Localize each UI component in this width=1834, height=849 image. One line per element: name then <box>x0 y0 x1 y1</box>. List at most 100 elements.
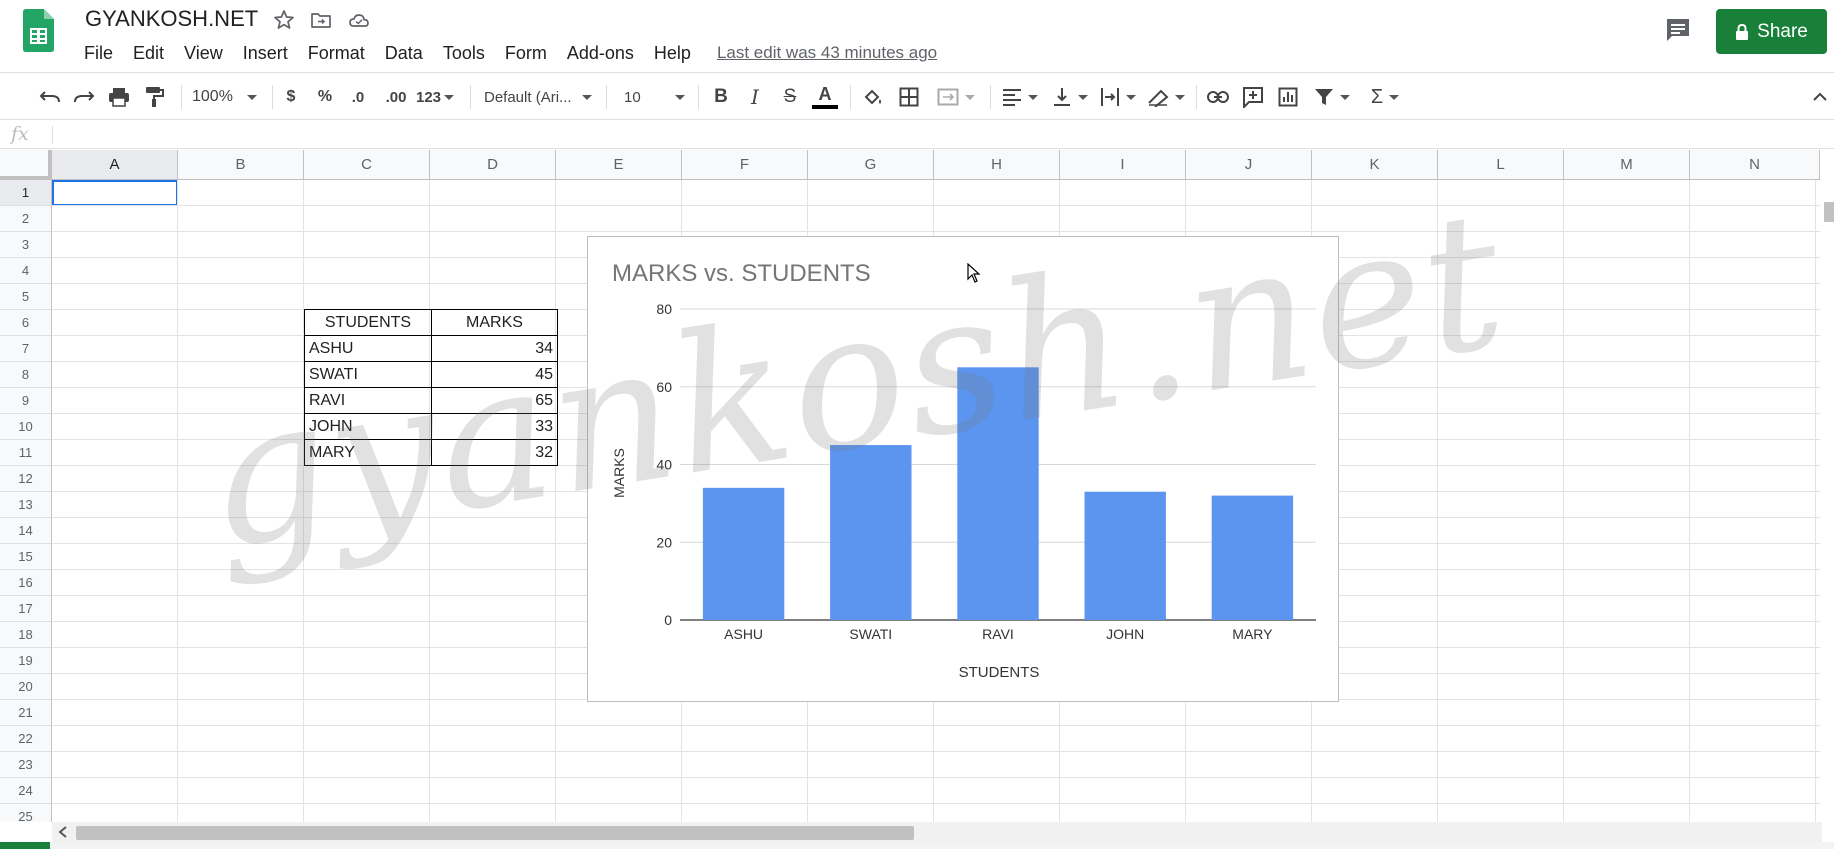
font-size-select[interactable]: 10 <box>624 83 690 111</box>
cell-marks[interactable]: 34 <box>431 335 558 362</box>
cell-student[interactable]: ASHU <box>304 335 432 362</box>
menu-edit[interactable]: Edit <box>133 43 164 64</box>
column-header-g[interactable]: G <box>808 150 934 180</box>
row-header-3[interactable]: 3 <box>0 232 52 258</box>
select-all-corner[interactable] <box>0 150 52 180</box>
column-header-b[interactable]: B <box>178 150 304 180</box>
cell-student[interactable]: JOHN <box>304 413 432 440</box>
menu-insert[interactable]: Insert <box>243 43 288 64</box>
row-header-5[interactable]: 5 <box>0 284 52 310</box>
menu-tools[interactable]: Tools <box>443 43 485 64</box>
text-wrapping-icon[interactable] <box>1098 83 1138 111</box>
menu-format[interactable]: Format <box>308 43 365 64</box>
cell-marks[interactable]: 65 <box>431 387 558 414</box>
strikethrough-button[interactable]: S <box>779 83 801 111</box>
cell-marks[interactable]: 33 <box>431 413 558 440</box>
row-header-25[interactable]: 25 <box>0 804 52 822</box>
row-header-23[interactable]: 23 <box>0 752 52 778</box>
percent-format-button[interactable]: % <box>315 83 335 111</box>
bar-john[interactable] <box>1084 491 1166 620</box>
undo-icon[interactable] <box>37 83 63 111</box>
decrease-decimal-button[interactable]: .0 <box>345 83 371 111</box>
menu-form[interactable]: Form <box>505 43 547 64</box>
column-header-i[interactable]: I <box>1060 150 1186 180</box>
increase-decimal-button[interactable]: .00 <box>380 83 412 111</box>
borders-icon[interactable] <box>896 83 922 111</box>
insert-link-icon[interactable] <box>1205 83 1231 111</box>
row-header-1[interactable]: 1 <box>0 180 52 206</box>
row-header-15[interactable]: 15 <box>0 544 52 570</box>
row-header-6[interactable]: 6 <box>0 310 52 336</box>
row-header-2[interactable]: 2 <box>0 206 52 232</box>
cloud-saved-icon[interactable] <box>347 8 371 32</box>
row-header-20[interactable]: 20 <box>0 674 52 700</box>
move-folder-icon[interactable] <box>309 8 333 32</box>
column-header-k[interactable]: K <box>1312 150 1438 180</box>
print-icon[interactable] <box>106 83 132 111</box>
zoom-select[interactable]: 100% <box>192 83 262 111</box>
formula-input[interactable] <box>58 124 1818 146</box>
menu-file[interactable]: File <box>84 43 113 64</box>
row-header-4[interactable]: 4 <box>0 258 52 284</box>
sheets-logo-icon[interactable] <box>23 9 54 52</box>
cell-student[interactable]: MARY <box>304 439 432 466</box>
last-edit-link[interactable]: Last edit was 43 minutes ago <box>717 43 937 63</box>
font-family-select[interactable]: Default (Ari... <box>484 83 596 111</box>
row-header-18[interactable]: 18 <box>0 622 52 648</box>
row-header-21[interactable]: 21 <box>0 700 52 726</box>
comment-icon[interactable] <box>1664 16 1692 44</box>
bold-button[interactable]: B <box>710 83 732 111</box>
fill-color-icon[interactable] <box>860 83 886 111</box>
header-marks[interactable]: MARKS <box>431 309 558 336</box>
header-students[interactable]: STUDENTS <box>304 309 432 336</box>
cell-student[interactable]: RAVI <box>304 387 432 414</box>
collapse-toolbar-icon[interactable] <box>1810 83 1830 111</box>
column-header-l[interactable]: L <box>1438 150 1564 180</box>
vertical-align-icon[interactable] <box>1050 83 1090 111</box>
scroll-left-icon[interactable] <box>58 826 68 838</box>
active-cell-a1[interactable] <box>52 180 178 206</box>
column-header-h[interactable]: H <box>934 150 1060 180</box>
row-header-13[interactable]: 13 <box>0 492 52 518</box>
insert-chart-icon[interactable] <box>1275 83 1301 111</box>
bar-ashu[interactable] <box>702 487 785 620</box>
share-button[interactable]: Share <box>1716 9 1827 54</box>
column-header-j[interactable]: J <box>1186 150 1312 180</box>
bar-mary[interactable] <box>1211 495 1294 620</box>
embedded-chart[interactable]: MARKS vs. STUDENTS STUDENTS MARKS 0 20 40 6… <box>587 236 1339 702</box>
horizontal-align-icon[interactable] <box>1000 83 1040 111</box>
column-header-c[interactable]: C <box>304 150 430 180</box>
italic-button[interactable]: I <box>744 83 766 111</box>
star-icon[interactable] <box>272 8 296 32</box>
cell-marks[interactable]: 45 <box>431 361 558 388</box>
currency-format-button[interactable]: $ <box>282 83 300 111</box>
merge-cells-icon[interactable] <box>934 83 978 111</box>
row-header-17[interactable]: 17 <box>0 596 52 622</box>
row-header-12[interactable]: 12 <box>0 466 52 492</box>
filter-icon[interactable] <box>1310 83 1354 111</box>
row-header-8[interactable]: 8 <box>0 362 52 388</box>
cell-student[interactable]: SWATI <box>304 361 432 388</box>
row-header-9[interactable]: 9 <box>0 388 52 414</box>
row-header-24[interactable]: 24 <box>0 778 52 804</box>
menu-addons[interactable]: Add-ons <box>567 43 634 64</box>
column-header-d[interactable]: D <box>430 150 556 180</box>
row-header-10[interactable]: 10 <box>0 414 52 440</box>
document-title[interactable]: GYANKOSH.NET <box>85 6 258 32</box>
text-color-button[interactable]: A <box>812 83 838 111</box>
menu-data[interactable]: Data <box>385 43 423 64</box>
more-formats-select[interactable]: 123 <box>414 83 456 111</box>
row-header-22[interactable]: 22 <box>0 726 52 752</box>
row-header-7[interactable]: 7 <box>0 336 52 362</box>
vertical-scrollbar[interactable] <box>1820 180 1834 822</box>
vertical-scroll-thumb[interactable] <box>1824 202 1834 222</box>
bar-swati[interactable] <box>830 445 912 620</box>
menu-view[interactable]: View <box>184 43 223 64</box>
menu-help[interactable]: Help <box>654 43 691 64</box>
column-header-n[interactable]: N <box>1690 150 1820 180</box>
insert-comment-icon[interactable] <box>1240 83 1266 111</box>
row-header-16[interactable]: 16 <box>0 570 52 596</box>
functions-icon[interactable]: Σ <box>1365 83 1405 111</box>
row-header-14[interactable]: 14 <box>0 518 52 544</box>
row-header-11[interactable]: 11 <box>0 440 52 466</box>
